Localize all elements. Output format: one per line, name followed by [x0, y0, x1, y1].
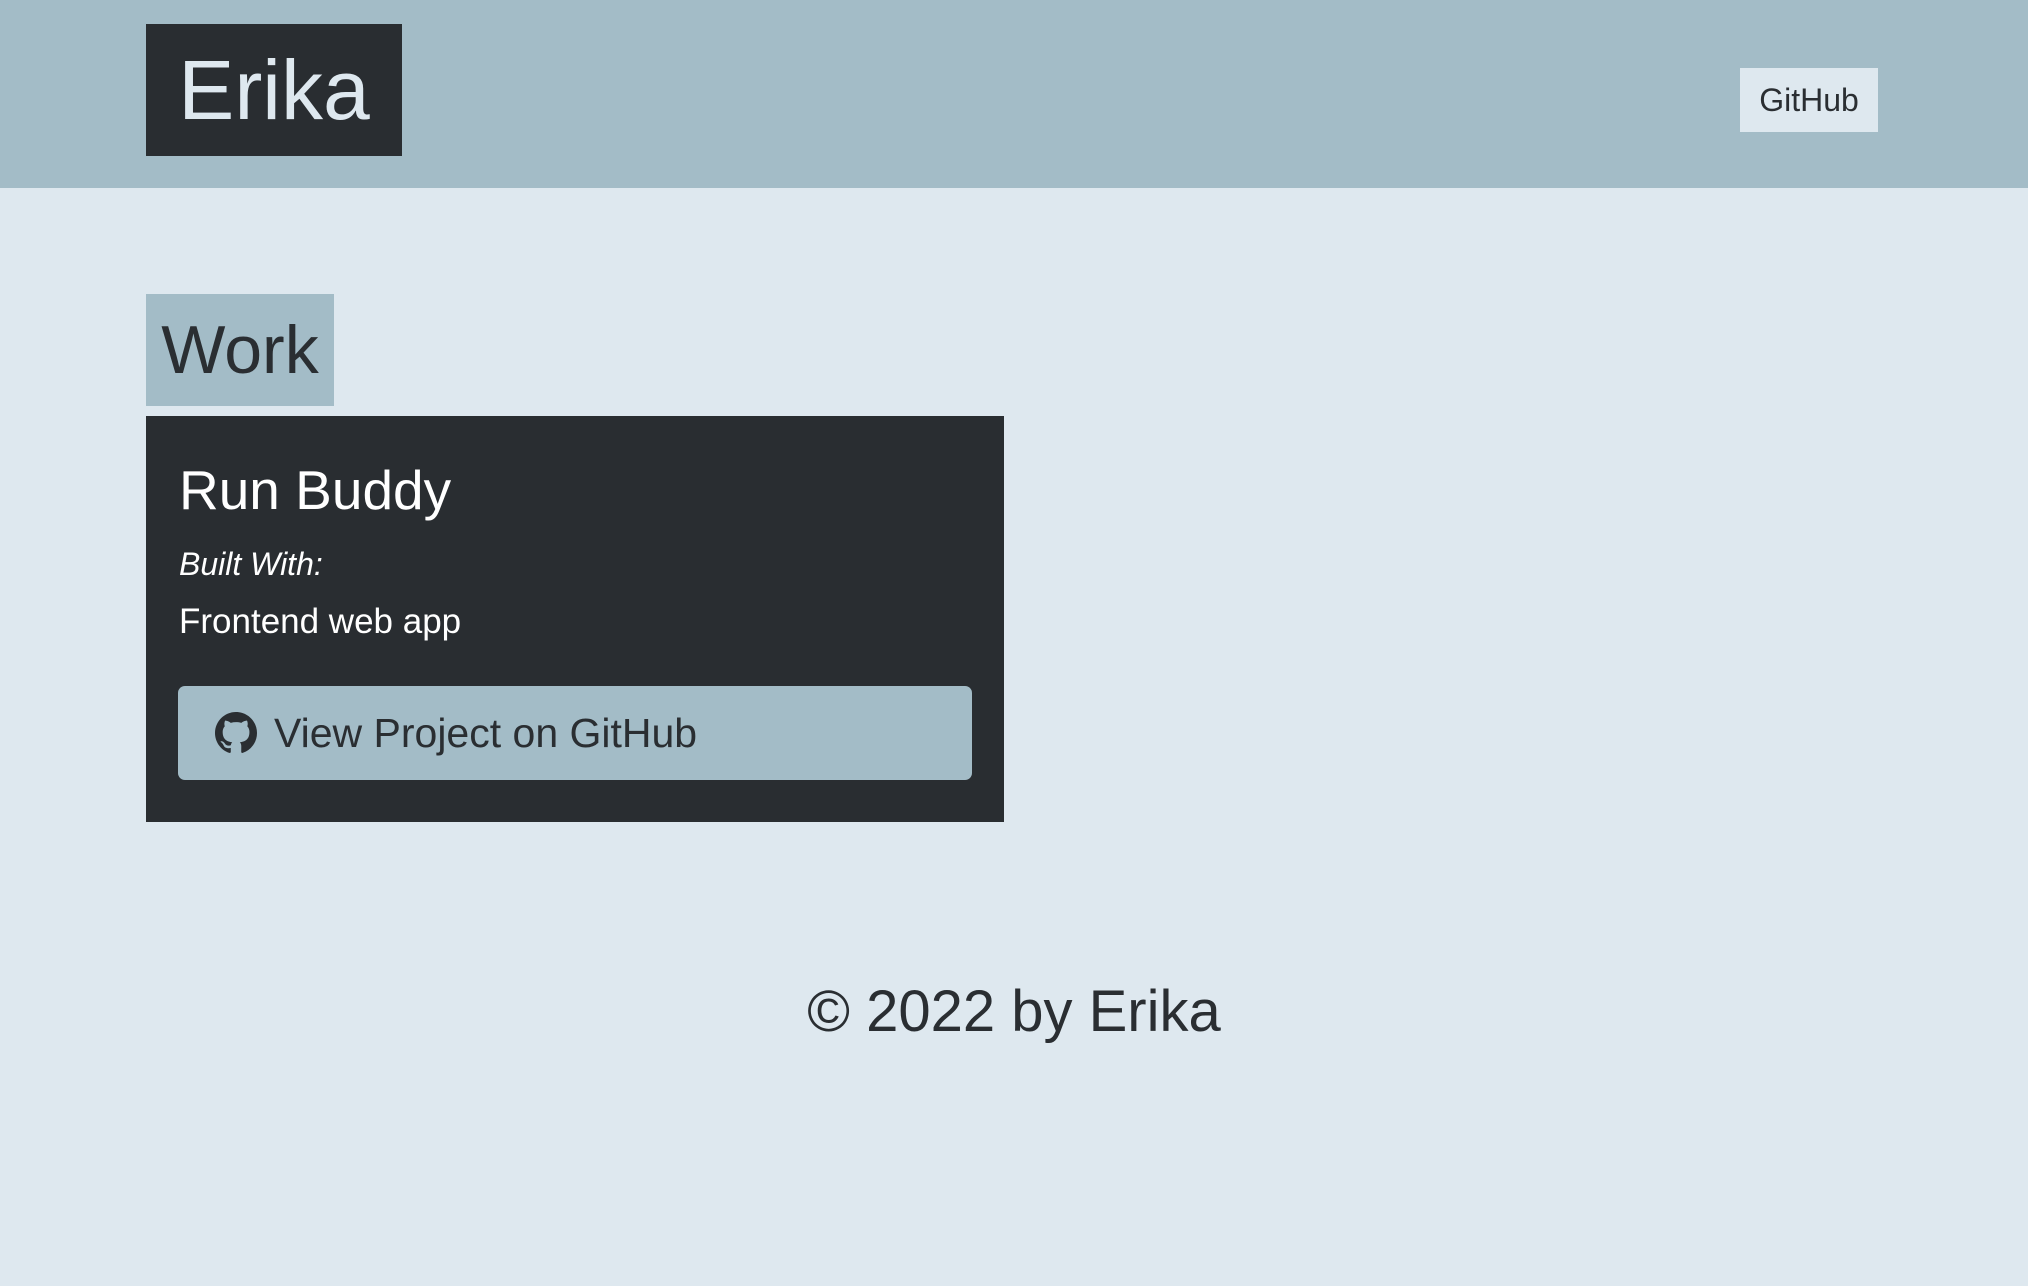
view-project-github-label: View Project on GitHub [274, 710, 698, 756]
built-with-label: Built With: [179, 546, 323, 582]
site-footer: © 2022 by Erika [0, 970, 2028, 1054]
github-icon [215, 712, 257, 754]
brand-logo-link[interactable]: Erika [146, 24, 402, 156]
view-project-github-button[interactable]: View Project on GitHub [178, 686, 972, 780]
site-header: Erika GitHub [0, 0, 2028, 188]
project-card: Run Buddy Built With: Frontend web app V… [146, 416, 1004, 822]
section-title-work: Work [146, 294, 334, 406]
nav-github-link[interactable]: GitHub [1740, 68, 1878, 132]
built-with-value: Frontend web app [179, 602, 462, 641]
footer-copyright: © 2022 by Erika [807, 979, 1221, 1044]
project-title: Run Buddy [179, 459, 452, 521]
